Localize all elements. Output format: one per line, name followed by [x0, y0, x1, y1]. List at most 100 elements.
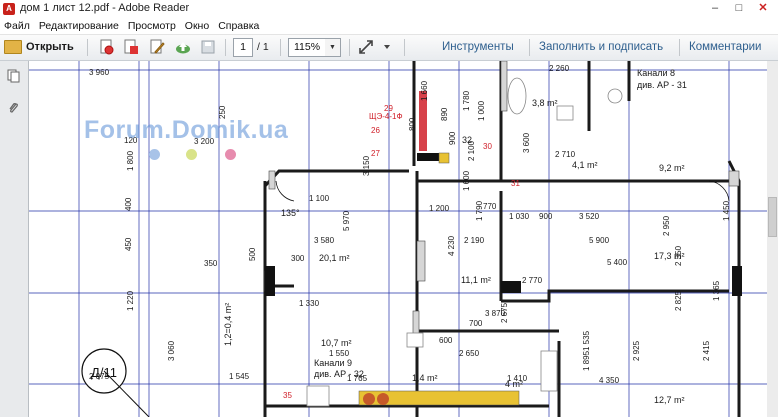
toolbar: Открыть 1 / 1 115% ▼ Инструменты Заполни… [0, 35, 778, 61]
room-area-label: 11,1 m² [461, 275, 491, 285]
room-area-label: 9,2 m² [659, 163, 685, 173]
comments-pane-button[interactable]: Комментарии [689, 41, 761, 53]
watermark-dot [186, 149, 197, 160]
dimension-label: 1 545 [229, 372, 250, 381]
maximize-button[interactable]: □ [728, 1, 750, 15]
dimension-label: 2 075 [89, 372, 110, 381]
room-area-label: 12,7 m² [654, 395, 685, 405]
edit-pdf-icon[interactable] [149, 39, 165, 55]
navigation-panel [0, 61, 29, 417]
toolbar-divider [529, 39, 530, 56]
fit-width-icon[interactable] [358, 39, 374, 55]
plan-note: 31 [511, 179, 520, 188]
close-button[interactable]: ✕ [752, 1, 774, 15]
dimension-label: 1 550 [329, 349, 350, 358]
menu-edit[interactable]: Редактирование [35, 18, 124, 34]
dimension-label: 500 [248, 247, 257, 261]
dimension-label: 1 765 [347, 374, 368, 383]
toolbar-divider [349, 39, 350, 56]
room-area-label: 1,4 m² [412, 373, 438, 383]
dimension-label: 1 030 [509, 212, 530, 221]
menu-bar: Файл Редактирование Просмотр Окно Справк… [0, 18, 778, 35]
zoom-input[interactable]: 115% [288, 38, 326, 57]
save-icon[interactable] [200, 39, 216, 55]
dimension-label: 2 950 [662, 215, 671, 236]
vertical-scrollbar[interactable] [767, 61, 778, 417]
dimension-label: 400 [124, 197, 133, 211]
dimension-label: 1 800 [126, 150, 135, 171]
dimension-label: 900 [448, 131, 457, 145]
dimension-label: 5 900 [589, 236, 610, 245]
menu-file[interactable]: Файл [0, 18, 35, 34]
plan-note: Канали 8 [637, 68, 675, 78]
more-tools-icon[interactable] [380, 39, 394, 55]
dimension-label: 3 580 [314, 236, 335, 245]
window-controls: – □ ✕ [704, 1, 774, 15]
export-pdf-icon[interactable] [123, 39, 139, 55]
document-viewer[interactable]: Д/11 20,1 m² 11,1 m² 17,3 m² 3,8 m² 4,1 … [29, 61, 767, 417]
plan-note: Канали 9 [314, 358, 352, 368]
dimension-label: 1 895 [582, 350, 591, 371]
dimension-label: 1 365 [712, 280, 721, 301]
dimension-label: 1 410 [507, 374, 528, 383]
watermark-dot [149, 149, 160, 160]
room-area-label: 3,8 m² [532, 98, 558, 108]
room-area-label: 10,7 m² [321, 338, 352, 348]
page-number-input[interactable]: 1 [233, 38, 253, 57]
dimension-label: 2 415 [702, 340, 711, 361]
dimension-label: 1 780 [462, 90, 471, 111]
tools-pane-button[interactable]: Инструменты [442, 41, 514, 53]
pages-thumbnails-icon[interactable] [7, 69, 20, 83]
dimension-label: 1 330 [299, 299, 320, 308]
dimension-label: 800 [408, 117, 417, 131]
dimension-label: 5 970 [342, 210, 351, 231]
dimension-label: 3 060 [167, 340, 176, 361]
dimension-label: 2 190 [464, 236, 485, 245]
open-button[interactable]: Открыть [4, 38, 74, 56]
fill-sign-pane-button[interactable]: Заполнить и подписать [539, 41, 663, 53]
dimension-label: 2 675 [500, 302, 509, 323]
menu-view[interactable]: Просмотр [124, 18, 181, 34]
plan-note: ЩЭ-4-1Ф [369, 112, 403, 121]
dimension-label: 770 [483, 202, 497, 211]
toolbar-divider [225, 39, 226, 56]
room-area-label: 20,1 m² [319, 253, 350, 263]
dimension-label: 3 520 [579, 212, 600, 221]
dimension-label: 600 [439, 336, 453, 345]
page-total: / 1 [257, 41, 269, 53]
create-pdf-icon[interactable] [99, 39, 115, 55]
dimension-label: 4 350 [599, 376, 620, 385]
dimension-label: 2 100 [467, 140, 476, 161]
dimension-label: 2 260 [549, 64, 570, 73]
dimension-label: 1 000 [477, 100, 486, 121]
plan-note: 35 [283, 391, 292, 400]
dimension-label: 900 [539, 212, 553, 221]
toolbar-divider [404, 39, 405, 56]
dimension-label: 350 [204, 259, 218, 268]
folder-icon [4, 40, 22, 54]
zoom-dropdown-button[interactable]: ▼ [325, 38, 341, 57]
dimension-label: 1 790 [475, 200, 484, 221]
dimension-label: 5 400 [607, 258, 628, 267]
plan-note: див. AP - 31 [637, 80, 687, 90]
window-title: дом 1 лист 12.pdf - Adobe Reader [20, 2, 190, 14]
dimension-label: 3 600 [522, 132, 531, 153]
room-area-label: 1,2=0,4 m² [223, 303, 233, 346]
dimension-label: 1 660 [420, 80, 429, 101]
dimension-label: 1 600 [462, 170, 471, 191]
toolbar-divider [280, 39, 281, 56]
dimension-label: 2 710 [555, 150, 576, 159]
upload-cloud-icon[interactable] [175, 39, 191, 55]
menu-window[interactable]: Окно [181, 18, 214, 34]
toolbar-divider [679, 39, 680, 56]
dimension-label: 1 200 [429, 204, 450, 213]
dimension-label: 4 230 [447, 235, 456, 256]
menu-help[interactable]: Справка [214, 18, 264, 34]
dimension-label: 450 [124, 237, 133, 251]
attachments-paperclip-icon[interactable] [7, 101, 20, 115]
watermark-text: Forum.Domik.ua [84, 116, 289, 144]
scrollbar-thumb[interactable] [768, 197, 777, 237]
watermark-dot [225, 149, 236, 160]
minimize-button[interactable]: – [704, 1, 726, 15]
plan-note: 135° [281, 208, 300, 218]
